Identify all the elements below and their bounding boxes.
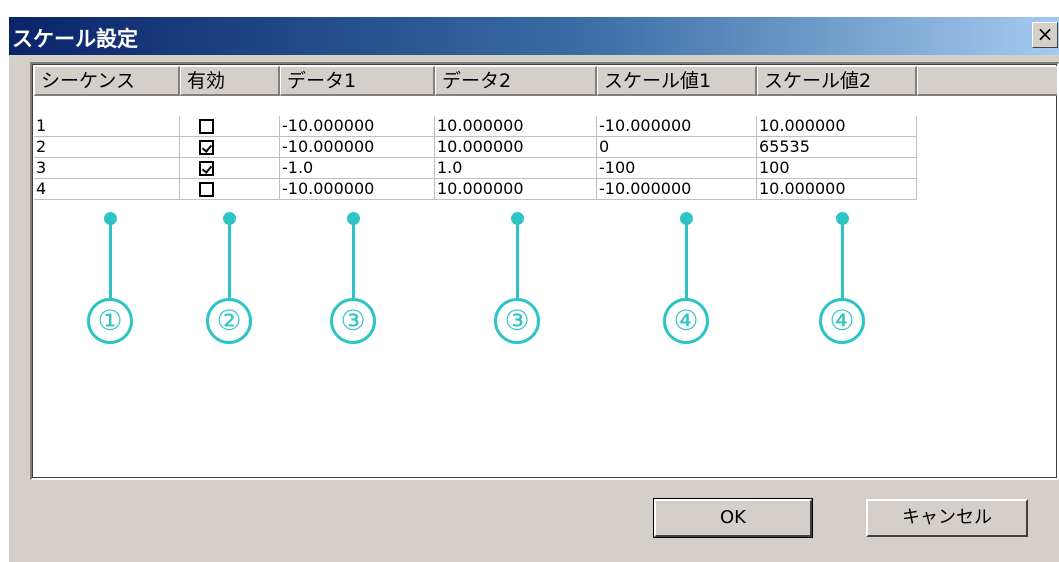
enabled-checkbox[interactable] [199, 140, 214, 155]
column-header-scale2[interactable]: スケール値2 [757, 66, 917, 96]
close-button[interactable]: × [1032, 22, 1058, 48]
callout-line-3 [352, 222, 355, 298]
cell-scale2: 10.000000 [757, 179, 917, 200]
column-header-filler [917, 66, 1057, 96]
callout-line-6 [841, 222, 844, 298]
callout-marker-5: ④ [663, 298, 709, 344]
column-header-data2[interactable]: データ2 [435, 66, 597, 96]
cell-data1: -10.000000 [280, 137, 435, 158]
cell-data2: 10.000000 [435, 179, 597, 200]
cell-scale2: 100 [757, 158, 917, 179]
cell-scale2: 10.000000 [757, 116, 917, 137]
column-header-sequence[interactable]: シーケンス [34, 66, 180, 96]
cell-enabled [180, 116, 280, 137]
cell-data1: -10.000000 [280, 179, 435, 200]
table-row[interactable]: 3 -1.0 1.0 -100 100 [34, 158, 917, 179]
list-header: シーケンス 有効 データ1 データ2 スケール値1 スケール値2 [34, 66, 1057, 96]
enabled-checkbox[interactable] [199, 119, 214, 134]
table-row[interactable]: 4 -10.000000 10.000000 -10.000000 10.000… [34, 179, 917, 200]
cell-enabled [180, 158, 280, 179]
cell-sequence: 3 [34, 158, 180, 179]
column-header-enabled[interactable]: 有効 [180, 66, 280, 96]
cell-scale1: 0 [597, 137, 757, 158]
table-row[interactable]: 1 -10.000000 10.000000 -10.000000 10.000… [34, 116, 917, 137]
callout-line-1 [109, 222, 112, 298]
close-icon: × [1036, 22, 1054, 46]
cell-enabled [180, 179, 280, 200]
callout-line-4 [516, 222, 519, 298]
cell-scale1: -100 [597, 158, 757, 179]
cell-sequence: 2 [34, 137, 180, 158]
ok-button[interactable]: OK [653, 498, 813, 538]
cell-data2: 10.000000 [435, 116, 597, 137]
enabled-checkbox[interactable] [199, 182, 214, 197]
callout-marker-3: ③ [330, 298, 376, 344]
enabled-checkbox[interactable] [199, 161, 214, 176]
cell-scale2: 65535 [757, 137, 917, 158]
column-header-data1[interactable]: データ1 [280, 66, 435, 96]
scale-list-view[interactable]: シーケンス 有効 データ1 データ2 スケール値1 スケール値2 1 -10.0… [30, 62, 1059, 480]
callout-line-2 [228, 222, 231, 298]
cell-scale1: -10.000000 [597, 116, 757, 137]
cell-data2: 1.0 [435, 158, 597, 179]
cell-data1: -1.0 [280, 158, 435, 179]
window-title: スケール設定 [12, 27, 138, 51]
cell-scale1: -10.000000 [597, 179, 757, 200]
cancel-button[interactable]: キャンセル [866, 499, 1028, 537]
cell-data1: -10.000000 [280, 116, 435, 137]
cell-data2: 10.000000 [435, 137, 597, 158]
callout-marker-2: ② [206, 298, 252, 344]
cell-sequence: 1 [34, 116, 180, 137]
callout-marker-1: ① [87, 298, 133, 344]
callout-line-5 [685, 222, 688, 298]
table-row[interactable]: 2 -10.000000 10.000000 0 65535 [34, 137, 917, 158]
callout-marker-6: ④ [819, 298, 865, 344]
cell-enabled [180, 137, 280, 158]
callout-marker-4: ③ [494, 298, 540, 344]
cell-sequence: 4 [34, 179, 180, 200]
column-header-scale1[interactable]: スケール値1 [597, 66, 757, 96]
title-bar[interactable]: スケール設定 × [9, 17, 1059, 55]
